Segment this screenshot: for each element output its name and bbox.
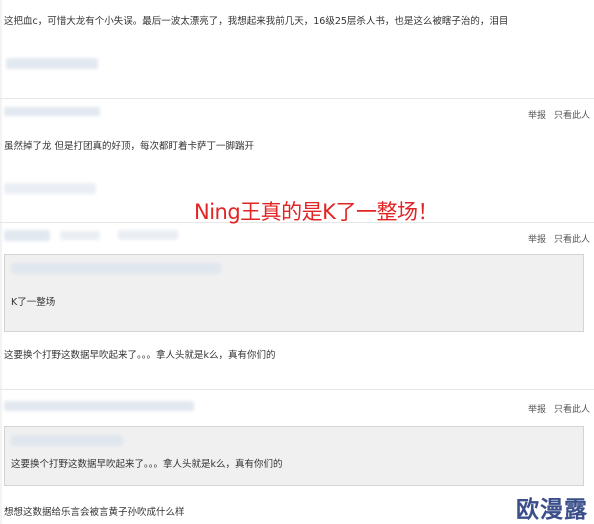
comment-actions: 举报 只看此人 [528,402,590,415]
report-link[interactable]: 举报 [528,108,546,121]
blurred-quote-author [11,435,123,446]
only-this-user-link[interactable]: 只看此人 [554,402,590,415]
blurred-username [6,58,98,69]
blurred-avatar [4,230,50,241]
quote-text: 这要换个打野这数据早吹起来了。。。拿人头就是k么，真有你们的 [11,459,283,470]
overlay-caption: Ning王真的是K了一整场！ [194,200,438,224]
quote-text: K了一整场 [11,297,56,308]
report-link[interactable]: 举报 [528,402,546,415]
quoted-reply: K了一整场 [4,254,584,332]
report-link[interactable]: 举报 [528,232,546,245]
blurred-meta [118,230,178,240]
blurred-username [4,107,100,116]
only-this-user-link[interactable]: 只看此人 [554,232,590,245]
blurred-quote-author [11,263,221,274]
divider [0,98,594,99]
scroll-edge [0,0,2,524]
comment-actions: 举报 只看此人 [528,232,590,245]
quoted-reply: 这要换个打野这数据早吹起来了。。。拿人头就是k么，真有你们的 [4,426,584,486]
comment-text: 这要换个打野这数据早吹起来了。。。拿人头就是k么，真有你们的 [4,350,276,361]
comment-text: 虽然掉了龙 但是打团真的好顶，每次都盯着卡萨丁一脚踹开 [4,141,255,152]
comment-text: 这把血c，可惜大龙有个小失误。最后一波太漂亮了，我想起来我前几天，16级25层杀… [4,16,509,27]
comment-actions: 举报 只看此人 [528,108,590,121]
blurred-username [4,401,194,411]
blurred-username [60,231,100,240]
watermark-logo: 欧漫露 [510,490,592,524]
divider [0,389,594,390]
only-this-user-link[interactable]: 只看此人 [554,108,590,121]
comment-text: 想想这数据给乐言会被言黄子孙吹成什么样 [4,507,185,518]
blurred-username [4,183,96,194]
